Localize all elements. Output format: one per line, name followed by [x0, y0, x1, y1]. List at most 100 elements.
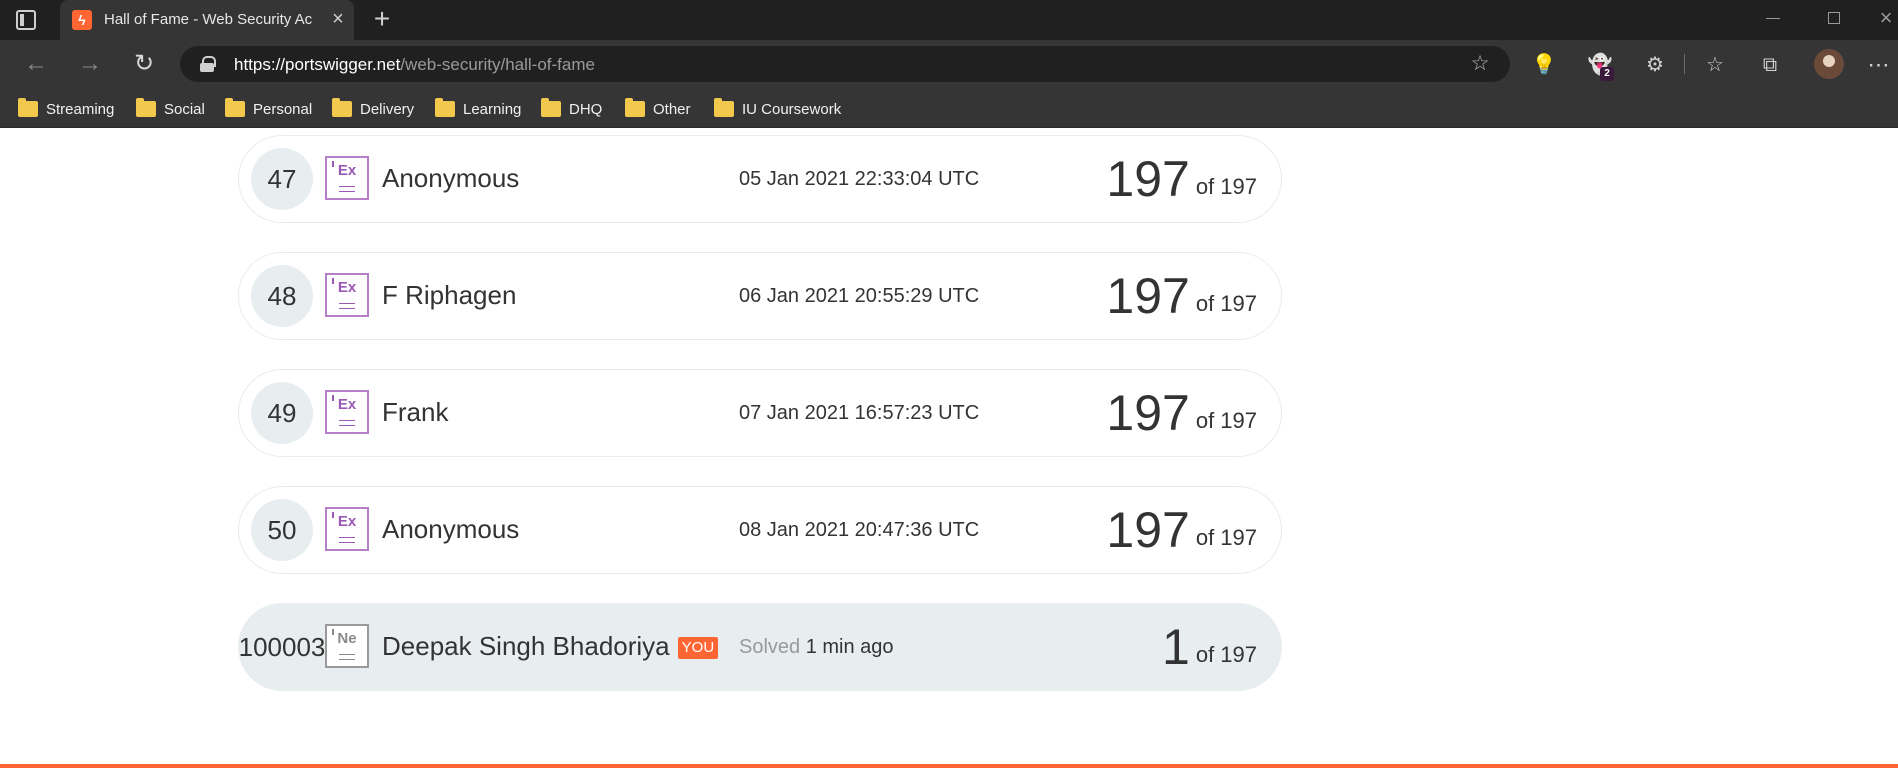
player-name: Anonymous	[382, 514, 520, 544]
rank-number: 47	[251, 148, 313, 210]
bookmark-folder-delivery[interactable]: Delivery	[332, 98, 414, 120]
tab-title: Hall of Fame - Web Security Academy	[104, 11, 312, 28]
rank-number: 49	[251, 382, 313, 444]
bookmark-folder-dhq[interactable]: DHQ	[541, 98, 602, 120]
score-total: of 197	[1195, 642, 1257, 667]
completion-date: 05 Jan 2021 22:33:04 UTC	[739, 168, 980, 190]
leaderboard-row: 47 Ex Anonymous 05 Jan 2021 22:33:04 UTC…	[238, 135, 1282, 223]
score-total: of 197	[1195, 525, 1257, 550]
url-path: /web-security/hall-of-fame	[400, 55, 595, 74]
bookmark-label: Personal	[253, 100, 313, 118]
bookmark-folder-streaming[interactable]: Streaming	[18, 98, 114, 120]
score-value: 1	[1162, 619, 1190, 675]
tab-hall-of-fame[interactable]: ϟ Hall of Fame - Web Security Academy ×	[60, 0, 354, 40]
bookmark-folder-iu-coursework[interactable]: IU Coursework	[714, 98, 841, 120]
add-favorite-star-icon[interactable]: ☆	[1468, 52, 1492, 76]
extensions-puzzle-icon[interactable]: ⚙	[1642, 52, 1668, 78]
player-name: Anonymous	[382, 163, 520, 193]
bookmark-label: Delivery	[360, 100, 415, 118]
bookmark-folder-personal[interactable]: Personal	[225, 98, 312, 120]
extension-badge-count: 2	[1600, 67, 1614, 81]
folder-icon	[625, 98, 645, 117]
window-close-icon[interactable]: ×	[1874, 6, 1898, 30]
player-name: Deepak Singh Bhadoriya YOU	[382, 631, 719, 662]
footer-accent-bar	[0, 764, 1898, 768]
rank-number: 100003	[238, 632, 326, 662]
expert-level-icon: Ex	[325, 156, 369, 200]
folder-icon	[332, 98, 352, 117]
bookmark-label: IU Coursework	[742, 100, 842, 118]
expert-level-icon: Ex	[325, 390, 369, 434]
window-minimize-icon[interactable]	[1766, 18, 1780, 19]
score-value: 197	[1106, 268, 1190, 324]
bookmark-label: Learning	[463, 100, 522, 118]
leaderboard-row: 50 Ex Anonymous 08 Jan 2021 20:47:36 UTC…	[238, 486, 1282, 574]
solved-label: Solved	[739, 636, 801, 658]
player-name: Frank	[382, 397, 449, 427]
tab-bar: ϟ Hall of Fame - Web Security Academy × …	[0, 0, 1898, 40]
completion-date: 06 Jan 2021 20:55:29 UTC	[739, 285, 980, 307]
score-value: 197	[1106, 502, 1190, 558]
url-host: https://portswigger.net	[234, 55, 401, 74]
bookmark-label: DHQ	[569, 100, 603, 118]
tab-close-icon[interactable]: ×	[328, 9, 348, 29]
browser-toolbar: ← → ↻ https://portswigger.net/web-securi…	[0, 40, 1898, 88]
completion-date: 08 Jan 2021 20:47:36 UTC	[739, 519, 980, 541]
bookmark-label: Streaming	[46, 100, 115, 118]
level-abbrev: Ex	[337, 513, 357, 530]
rank-number: 50	[251, 499, 313, 561]
tab-actions-icon[interactable]	[16, 10, 36, 30]
level-abbrev: Ex	[337, 396, 357, 413]
lightbulb-extension-icon[interactable]: 💡	[1531, 52, 1557, 78]
score-value: 197	[1106, 151, 1190, 207]
score: 197 of 197	[1106, 501, 1257, 559]
window-restore-icon[interactable]	[1828, 12, 1840, 24]
level-abbrev: Ex	[337, 279, 357, 296]
current-user-row: 100003 Ne Deepak Singh Bhadoriya YOU Solv…	[238, 603, 1282, 691]
new-tab-plus-icon[interactable]: +	[370, 5, 394, 34]
bookmark-label: Other	[653, 100, 691, 118]
reload-icon[interactable]: ↻	[130, 50, 158, 78]
bookmark-folder-social[interactable]: Social	[136, 98, 205, 120]
score-value: 197	[1106, 385, 1190, 441]
folder-icon	[435, 98, 455, 117]
leaderboard-row: 48 Ex F Riphagen 06 Jan 2021 20:55:29 UT…	[238, 252, 1282, 340]
score-total: of 197	[1195, 408, 1257, 433]
expert-level-icon: Ex	[325, 507, 369, 551]
url-text[interactable]: https://portswigger.net/web-security/hal…	[234, 55, 595, 75]
score: 1 of 197	[1162, 618, 1257, 676]
folder-icon	[18, 98, 38, 117]
novice-level-icon: Ne	[325, 624, 369, 668]
more-menu-icon[interactable]: ⋯	[1866, 52, 1892, 78]
portswigger-favicon-icon: ϟ	[72, 10, 92, 30]
you-badge: YOU	[677, 637, 719, 659]
favorites-icon[interactable]: ☆	[1702, 52, 1728, 78]
bookmark-label: Social	[164, 100, 205, 118]
player-name-text: Deepak Singh Bhadoriya	[382, 631, 670, 661]
folder-icon	[136, 98, 156, 117]
back-arrow-icon[interactable]: ←	[22, 50, 50, 78]
address-bar[interactable]: https://portswigger.net/web-security/hal…	[180, 46, 1510, 82]
rank-number: 48	[251, 265, 313, 327]
lock-icon[interactable]	[200, 56, 216, 72]
level-abbrev: Ne	[337, 630, 357, 647]
score-total: of 197	[1195, 174, 1257, 199]
folder-icon	[714, 98, 734, 117]
folder-icon	[541, 98, 561, 117]
expert-level-icon: Ex	[325, 273, 369, 317]
score: 197 of 197	[1106, 267, 1257, 325]
score-total: of 197	[1195, 291, 1257, 316]
bookmarks-bar: Streaming Social Personal Delivery Learn…	[0, 88, 1898, 128]
score: 197 of 197	[1106, 150, 1257, 208]
profile-avatar[interactable]	[1814, 49, 1844, 79]
forward-arrow-icon[interactable]: →	[76, 50, 104, 78]
hall-of-fame-page: 47 Ex Anonymous 05 Jan 2021 22:33:04 UTC…	[0, 128, 1898, 768]
level-abbrev: Ex	[337, 162, 357, 179]
collections-icon[interactable]: ⧉	[1757, 52, 1783, 78]
bookmark-folder-learning[interactable]: Learning	[435, 98, 521, 120]
bookmark-folder-other[interactable]: Other	[625, 98, 691, 120]
solved-time: 1 min ago	[805, 636, 894, 658]
folder-icon	[225, 98, 245, 117]
solved-status: Solved 1 min ago	[739, 636, 894, 659]
score: 197 of 197	[1106, 384, 1257, 442]
